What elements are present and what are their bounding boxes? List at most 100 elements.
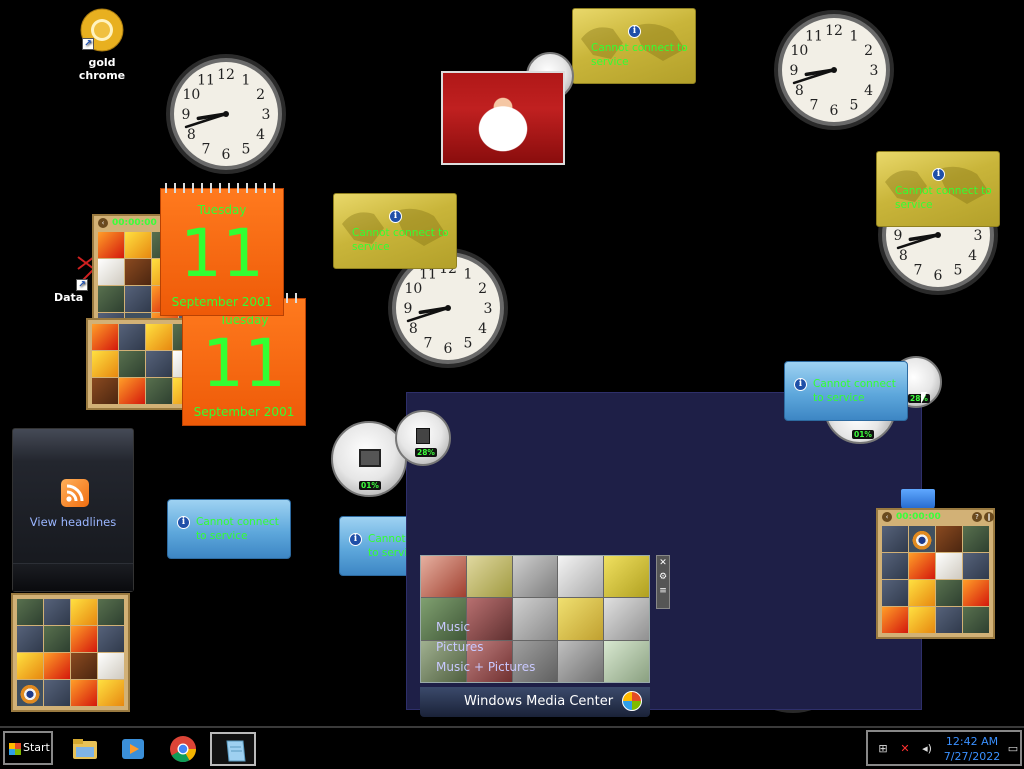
- clock-gadget[interactable]: 123456789101112: [772, 8, 896, 132]
- calendar-gadget[interactable]: Tuesday 11 September 2001: [182, 293, 306, 426]
- taskbar-chrome[interactable]: [160, 732, 206, 766]
- svg-text:7: 7: [914, 263, 923, 279]
- svg-text:5: 5: [850, 98, 859, 114]
- puzzle-timer: 00:00:00: [112, 218, 157, 228]
- puzzle-back-icon[interactable]: ‹: [882, 512, 892, 522]
- desktop: ↗ gold chrome ↗ Data 1 2 3 4 5 6 7 8 9 10 11 12 123…: [0, 0, 1024, 726]
- calendar-gadget[interactable]: Tuesday 11 September 2001: [160, 183, 284, 316]
- svg-text:9: 9: [894, 228, 903, 244]
- media-menu-item[interactable]: Music: [436, 617, 535, 637]
- chrome-icon: [169, 735, 197, 763]
- svg-text:3: 3: [484, 301, 493, 317]
- info-icon: i: [628, 25, 641, 38]
- picture-puzzle-gadget[interactable]: ‹ 00:00:00 ? ‖: [876, 508, 995, 639]
- svg-text:3: 3: [870, 63, 879, 79]
- view-headlines-link[interactable]: View headlines: [13, 515, 133, 529]
- svg-text:4: 4: [256, 127, 265, 143]
- clock-gadget[interactable]: 123456789101112: [164, 52, 288, 176]
- svg-text:12: 12: [217, 67, 235, 83]
- puzzle-tiles[interactable]: [17, 599, 124, 706]
- start-button[interactable]: Start: [3, 731, 53, 765]
- taskbar-media-player[interactable]: [110, 732, 156, 766]
- cpu-icon: [359, 449, 381, 467]
- svg-text:1: 1: [464, 266, 473, 282]
- currency-gadget[interactable]: i Cannot connect to service: [876, 151, 1000, 227]
- gold-chrome-shortcut[interactable]: ↗ gold chrome: [64, 8, 140, 82]
- taskbar-notepad[interactable]: [210, 732, 256, 766]
- slideshow-photo[interactable]: [441, 71, 565, 165]
- svg-text:6: 6: [934, 268, 943, 284]
- weather-gadget[interactable]: i Cannot connect to service: [784, 361, 908, 421]
- calendar-day: 11: [180, 215, 264, 292]
- clock-time: 12:42 AM: [945, 735, 999, 748]
- mouse-cursor: [921, 392, 927, 404]
- cpu-percent: 01%: [359, 481, 381, 490]
- action-center-alert-icon[interactable]: ✕: [898, 742, 912, 756]
- puzzle-timer: 00:00:00: [896, 512, 941, 522]
- cpu-percent: 01%: [852, 430, 874, 439]
- info-icon: i: [389, 210, 402, 223]
- info-icon: i: [932, 168, 945, 181]
- drag-handle-icon[interactable]: ≡: [657, 584, 669, 598]
- media-center-gadget[interactable]: Music Pictures Music + Pictures Windows …: [420, 555, 670, 719]
- taskbar-clock[interactable]: 12:42 AM 7/27/2022: [940, 734, 1004, 764]
- gadget-side-controls: ✕ ⚙ ≡: [656, 555, 670, 609]
- show-desktop-icon[interactable]: ▭: [1006, 742, 1020, 756]
- svg-text:7: 7: [424, 336, 433, 352]
- svg-text:9: 9: [404, 301, 413, 317]
- svg-text:11: 11: [805, 28, 823, 44]
- svg-text:9: 9: [790, 63, 799, 79]
- memory-percent: 28%: [415, 448, 437, 457]
- volume-icon[interactable]: ◂): [920, 742, 934, 756]
- service-message: Cannot connect to service: [196, 516, 279, 542]
- options-wrench-icon[interactable]: ⚙: [657, 570, 669, 584]
- media-menu-item[interactable]: Music + Pictures: [436, 657, 535, 677]
- puzzle-tiles[interactable]: [882, 526, 989, 633]
- picture-puzzle-gadget[interactable]: [11, 593, 130, 712]
- svg-text:8: 8: [187, 127, 196, 143]
- svg-text:7: 7: [810, 98, 819, 114]
- svg-text:8: 8: [899, 248, 908, 264]
- close-icon[interactable]: ✕: [657, 556, 669, 570]
- svg-text:5: 5: [954, 263, 963, 279]
- windows-flag-icon: [9, 743, 21, 755]
- taskbar-file-explorer[interactable]: [62, 732, 108, 766]
- svg-text:3: 3: [974, 228, 983, 244]
- svg-text:6: 6: [830, 103, 839, 119]
- memory-meter-gadget[interactable]: 28%: [395, 410, 451, 466]
- currency-gadget[interactable]: i Cannot connect to service: [572, 8, 696, 84]
- svg-text:10: 10: [182, 87, 200, 103]
- network-icon[interactable]: ⊞: [876, 742, 890, 756]
- currency-gadget[interactable]: i Cannot connect to service: [333, 193, 457, 269]
- puzzle-back-icon[interactable]: ‹: [98, 218, 108, 228]
- svg-text:4: 4: [968, 248, 977, 264]
- windows-orb-icon: [622, 691, 642, 711]
- data-label: Data: [54, 291, 84, 304]
- svg-text:4: 4: [478, 321, 487, 337]
- info-icon: i: [177, 516, 190, 529]
- folder-icon: [71, 735, 99, 763]
- weather-gadget[interactable]: i Cannot connect to service: [167, 499, 291, 559]
- service-message: Cannot connect to service: [813, 378, 896, 404]
- puzzle-help-icon[interactable]: ?: [972, 512, 982, 522]
- svg-text:2: 2: [864, 43, 873, 59]
- svg-text:10: 10: [790, 43, 808, 59]
- data-shortcut[interactable]: ↗ Data: [54, 255, 96, 304]
- system-tray: ⊞ ✕ ◂) 12:42 AM 7/27/2022 ▭: [866, 730, 1022, 766]
- gold-chrome-label: gold chrome: [78, 56, 126, 82]
- svg-text:7: 7: [202, 142, 211, 158]
- media-menu-item[interactable]: Pictures: [436, 637, 535, 657]
- svg-text:9: 9: [182, 107, 191, 123]
- svg-text:6: 6: [222, 147, 231, 163]
- notepad-icon: [221, 737, 249, 765]
- svg-text:11: 11: [197, 72, 215, 88]
- svg-text:1: 1: [850, 28, 859, 44]
- feed-headlines-gadget[interactable]: View headlines: [12, 428, 134, 592]
- info-icon: i: [349, 533, 362, 546]
- media-center-title[interactable]: Windows Media Center: [420, 687, 650, 717]
- media-player-icon: [119, 735, 147, 763]
- puzzle-pause-icon[interactable]: ‖: [984, 512, 994, 522]
- clock-date: 7/27/2022: [943, 750, 1001, 763]
- svg-text:8: 8: [795, 83, 804, 99]
- calendar-month: September 2001: [193, 405, 295, 419]
